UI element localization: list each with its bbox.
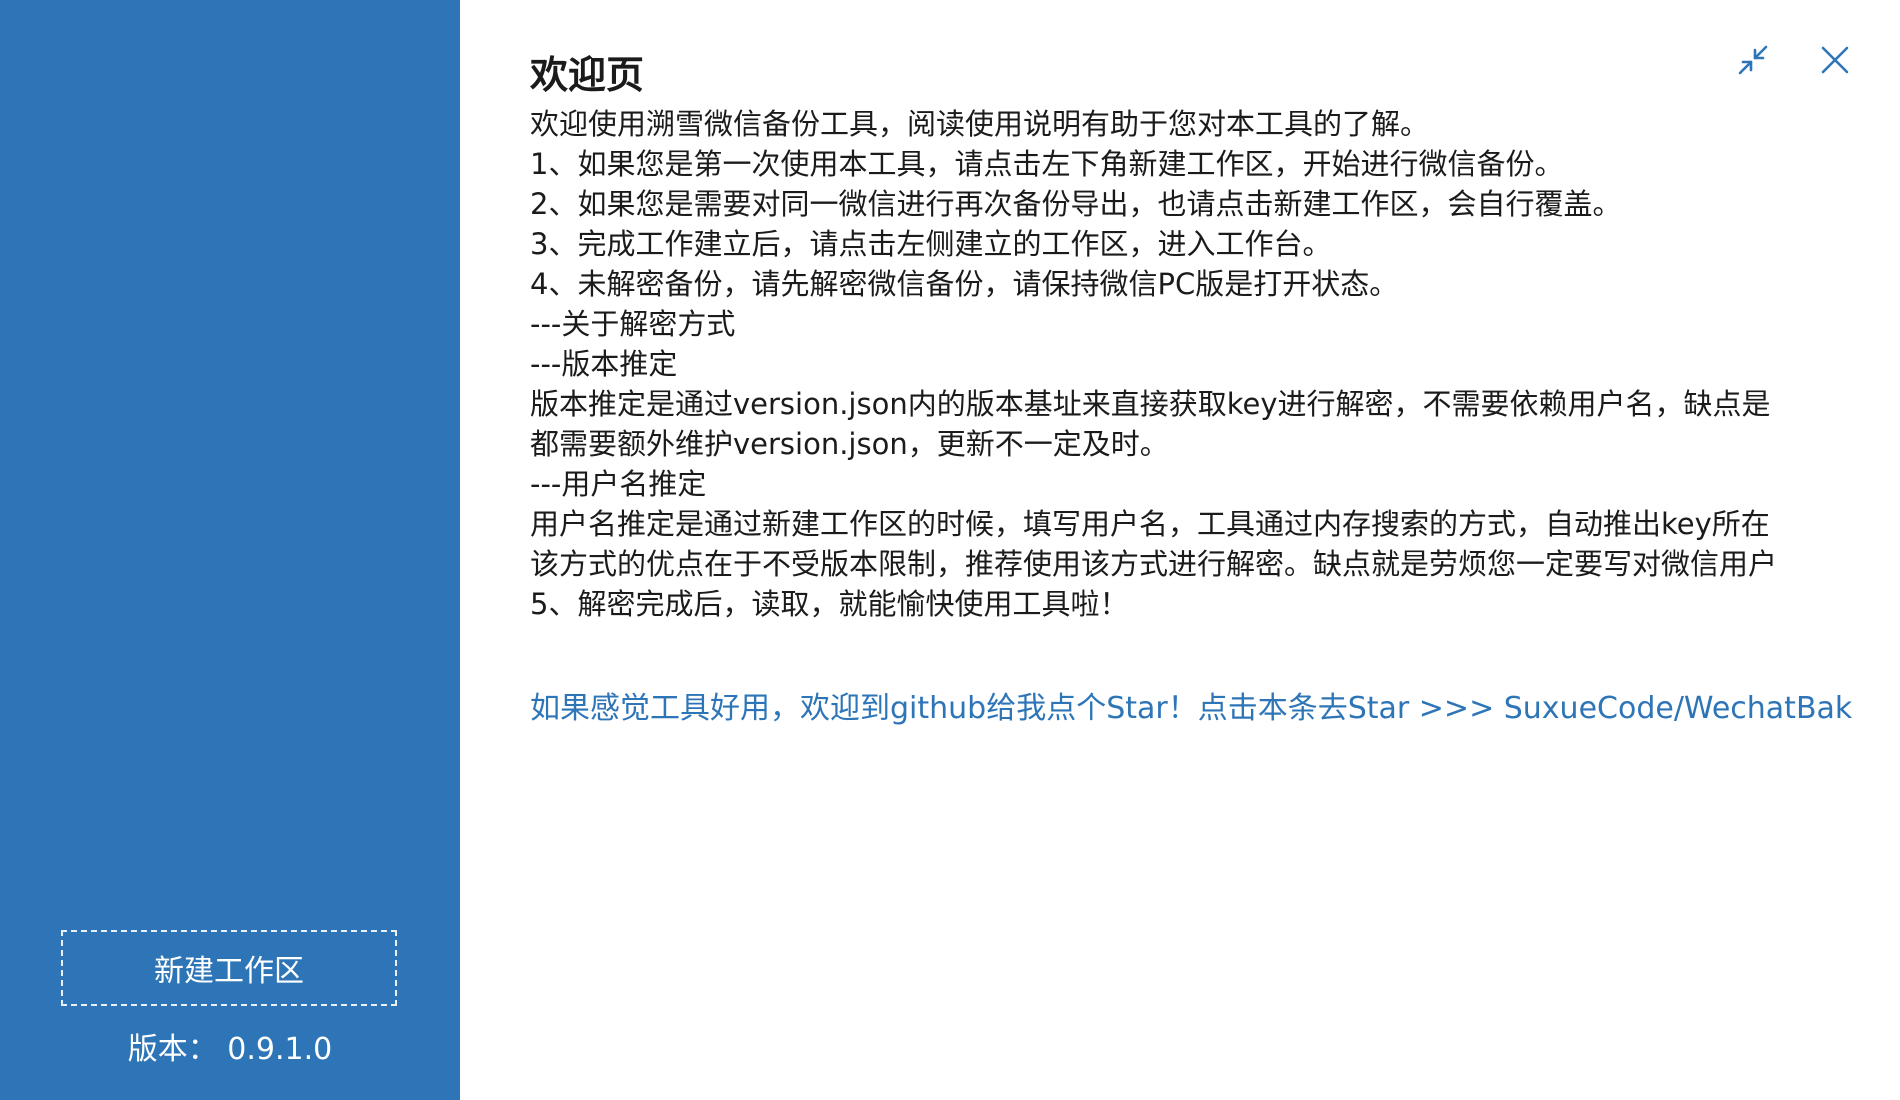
github-star-link[interactable]: 如果感觉工具好用，欢迎到github给我点个Star！点击本条去Star >>>…: [530, 683, 1852, 727]
sidebar: 新建工作区 版本： 0.9.1.0: [0, 0, 460, 1100]
instruction-line: ---用户名推定: [530, 467, 707, 501]
collapse-button[interactable]: [1733, 40, 1773, 80]
instruction-line: 用户名推定是通过新建工作区的时候，填写用户名，工具通过内存搜索的方式，自动推出k…: [530, 507, 1770, 541]
instruction-line: 3、完成工作建立后，请点击左侧建立的工作区，进入工作台。: [530, 227, 1332, 261]
version-label: 版本： 0.9.1.0: [127, 1032, 333, 1067]
instruction-line: 1、如果您是第一次使用本工具，请点击左下角新建工作区，开始进行微信备份。: [530, 147, 1564, 181]
instruction-line: 2、如果您是需要对同一微信进行再次备份导出，也请点击新建工作区，会自行覆盖。: [530, 187, 1622, 221]
instruction-line: 欢迎使用溯雪微信备份工具，阅读使用说明有助于您对本工具的了解。: [530, 107, 1430, 141]
instruction-line: 5、解密完成后，读取，就能愉快使用工具啦！: [530, 587, 1129, 621]
instruction-line: 都需要额外维护version.json，更新不一定及时。: [530, 427, 1169, 461]
instructions-text: 欢迎使用溯雪微信备份工具，阅读使用说明有助于您对本工具的了解。 1、如果您是第一…: [530, 104, 1900, 624]
close-icon: [1821, 46, 1849, 74]
window-controls: [1733, 40, 1855, 80]
instruction-line: ---版本推定: [530, 347, 678, 381]
app-window: 新建工作区 版本： 0.9.1.0 欢迎页 欢迎使用溯雪微信备份工具，阅读使用说…: [0, 0, 1900, 1100]
page-title: 欢迎页: [530, 53, 645, 97]
instruction-line: 版本推定是通过version.json内的版本基址来直接获取key进行解密，不需…: [530, 387, 1771, 421]
instruction-line: ---关于解密方式: [530, 307, 736, 341]
collapse-arrows-icon: [1738, 45, 1768, 75]
close-button[interactable]: [1815, 40, 1855, 80]
new-workspace-button[interactable]: 新建工作区: [61, 930, 397, 1006]
instruction-line: 该方式的优点在于不受版本限制，推荐使用该方式进行解密。缺点就是劳烦您一定要写对微…: [530, 547, 1778, 581]
instruction-line: 4、未解密备份，请先解密微信备份，请保持微信PC版是打开状态。: [530, 267, 1399, 301]
main-panel: 欢迎页 欢迎使用溯雪微信备份工具，阅读使用说明有助于您对本工具的了解。 1、如果…: [460, 0, 1900, 1100]
